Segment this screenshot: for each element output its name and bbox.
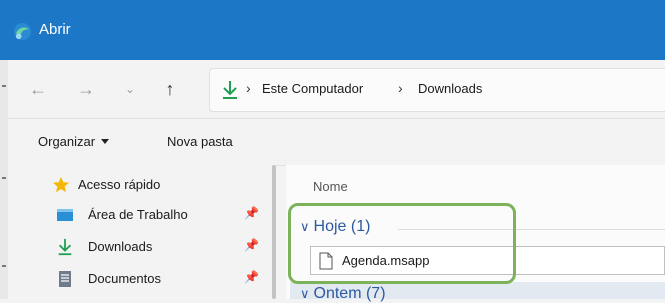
forward-arrow-icon: → <box>77 78 95 99</box>
up-arrow-icon: ↑ <box>165 78 175 99</box>
organize-button[interactable]: Organizar <box>38 134 110 149</box>
star-icon <box>52 176 70 193</box>
documents-icon <box>59 271 71 287</box>
title-bar[interactable]: Abrir <box>0 0 665 60</box>
sidebar-item-documents[interactable]: Documentos 📌 <box>8 264 270 294</box>
window-title: Abrir <box>39 21 71 38</box>
back-button[interactable]: ← <box>26 75 50 103</box>
column-header-name[interactable]: Nome <box>313 179 348 194</box>
organize-label: Organizar <box>38 134 96 149</box>
download-icon <box>58 238 72 256</box>
app-icon <box>13 22 32 41</box>
scrollbar-thumb[interactable] <box>272 165 276 299</box>
address-bar[interactable]: › Este Computador › Downloads <box>209 68 665 112</box>
new-folder-button[interactable]: Nova pasta <box>167 134 233 149</box>
sidebar-item-downloads[interactable]: Downloads 📌 <box>8 232 270 262</box>
command-bar: Organizar Nova pasta <box>8 118 665 166</box>
navigation-bar: ← → ⌄ ↑ › Este Computador › Downloads <box>8 60 665 118</box>
caret-down-icon <box>101 139 110 144</box>
desktop-icon <box>57 209 73 221</box>
up-button[interactable]: ↑ <box>158 75 182 103</box>
back-arrow-icon: ← <box>29 78 47 99</box>
sidebar-item-label: Documentos <box>88 271 161 286</box>
forward-button[interactable]: → <box>74 75 98 103</box>
breadcrumb-this-pc[interactable]: Este Computador <box>262 81 363 96</box>
sidebar-item-desktop[interactable]: Área de Trabalho 📌 <box>8 200 270 230</box>
recent-locations-button[interactable]: ⌄ <box>118 75 142 103</box>
breadcrumb-downloads[interactable]: Downloads <box>418 81 482 96</box>
breadcrumb-separator: › <box>398 80 403 96</box>
pin-icon[interactable]: 📌 <box>244 238 259 252</box>
sidebar-item-quick-access[interactable]: Acesso rápido <box>8 170 270 200</box>
pin-icon[interactable]: 📌 <box>244 206 259 220</box>
annotation-highlight <box>288 203 516 284</box>
sidebar-item-label: Downloads <box>88 239 153 254</box>
navigation-scrollbar[interactable] <box>272 165 276 299</box>
sidebar-item-label: Acesso rápido <box>78 177 161 192</box>
sidebar-item-label: Área de Trabalho <box>88 207 188 222</box>
pin-icon[interactable]: 📌 <box>244 270 259 284</box>
chevron-down-icon: ⌄ <box>124 82 136 96</box>
group-header-yesterday[interactable]: ∨ Ontem (7) <box>300 285 386 303</box>
breadcrumb-separator: › <box>246 80 251 96</box>
group-label: Ontem (7) <box>313 285 386 302</box>
navigation-pane: Acesso rápido Área de Trabalho 📌 Downloa… <box>8 165 272 299</box>
download-icon <box>223 81 237 99</box>
